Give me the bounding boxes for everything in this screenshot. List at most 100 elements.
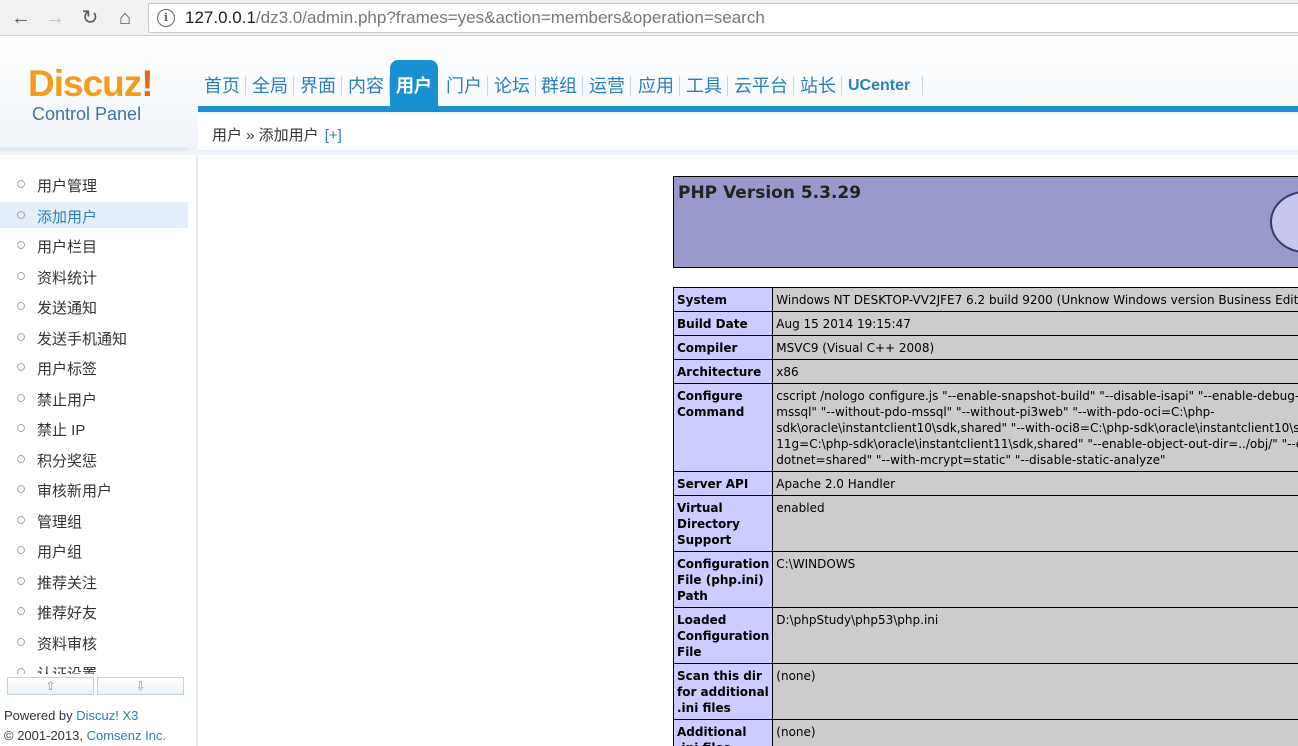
phpinfo-value-line: (none) [776,725,816,739]
sidebar-item[interactable]: 用户标签 [0,354,188,380]
phpinfo-value-line: Windows NT DESKTOP-VV2JFE7 6.2 build 920… [776,293,1298,307]
nav-tab[interactable]: 界面 [300,74,336,98]
phpinfo-key: Configuration File (php.ini) Path [672,551,774,608]
sidebar-item-label: 用户标签 [37,361,98,378]
site-info-icon[interactable]: i [157,9,175,27]
phpinfo-header: PHP Version 5.3.29 [673,176,1298,268]
phpinfo-value-line: MSVC9 (Visual C++ 2008) [776,341,935,355]
back-arrow-icon[interactable]: ← [8,5,34,31]
sidebar-item[interactable]: 认证设置 [0,659,188,674]
phpinfo-value: Windows NT DESKTOP-VV2JFE7 6.2 build 920… [772,287,1298,312]
sidebar-item[interactable]: 资料统计 [0,263,188,289]
address-bar[interactable]: i 127.0.0.1/dz3.0/admin.php?frames=yes&a… [148,3,1298,33]
phpinfo-key: Server API [672,471,774,496]
breadcrumb-add-link[interactable]: [+] [325,127,342,144]
sidebar-item[interactable]: 发送通知 [0,293,188,319]
company-link[interactable]: Comsenz Inc. [87,728,166,743]
discuz-logo[interactable]: Discuz! Control Panel [28,64,154,125]
sidebar-menu: 用户管理添加用户用户栏目资料统计发送通知发送手机通知用户标签禁止用户禁止 IP 积… [0,155,190,674]
nav-separator [679,76,680,96]
nav-separator [341,76,342,96]
phpinfo-value: Apache 2.0 Handler [772,471,1298,496]
bullet-circle-icon [17,241,25,249]
sidebar-item[interactable]: 用户管理 [0,171,188,197]
sidebar-item[interactable]: 用户组 [0,537,188,563]
bullet-circle-icon [17,454,25,463]
bullet-circle-icon [17,607,25,615]
scroll-up-button[interactable]: ⇧ [7,677,94,695]
phpinfo-key: Configure Command [672,383,774,472]
logo-brand: Discuz! [28,64,154,104]
phpinfo-key: Virtual Directory Support [672,495,774,552]
nav-tab-active[interactable]: 用户 [390,60,438,110]
bullet-circle-icon [17,393,25,402]
phpinfo-row: Server API Apache 2.0 Handler [672,471,1298,496]
phpinfo-table: System Windows NT DESKTOP-VV2JFE7 6.2 bui… [672,287,1298,746]
nav-separator [487,76,488,96]
sidebar-item[interactable]: 禁止用户 [0,385,188,411]
reload-icon[interactable]: ↻ [77,5,103,31]
phpinfo-value: (none) [772,663,1298,720]
phpinfo-key: Architecture [672,359,774,384]
nav-tab[interactable]: UCenter [848,74,910,98]
sidebar-item[interactable]: 添加用户 [0,201,188,228]
bullet-circle-icon [17,668,25,674]
nav-separator [727,76,728,96]
nav-tab[interactable]: 论坛 [494,74,530,98]
phpinfo-value-line: sdk\oracle\instantclient10\sdk,shared" "… [776,421,1298,435]
phpinfo-row: Architecture x86 [672,359,1298,384]
sidebar-item[interactable]: 管理组 [0,507,188,533]
nav-tab[interactable]: 站长 [800,74,836,98]
phpinfo-value-line: cscript /nologo configure.js "--enable-s… [776,389,1298,403]
nav-tab[interactable]: 应用 [638,74,674,98]
sidebar-item[interactable]: 推荐关注 [0,568,188,594]
sidebar-item-label: 用户管理 [37,178,98,195]
nav-separator [793,76,794,96]
sidebar-item[interactable]: 审核新用户 [0,476,188,502]
sidebar-item[interactable]: 资料审核 [0,629,188,655]
sidebar-item[interactable]: 发送手机通知 [0,324,188,350]
phpinfo-value: enabled [772,495,1298,552]
phpinfo-value-line: x86 [776,365,799,379]
phpinfo-row: Scan this dir for additional .ini files(… [672,663,1298,720]
nav-tab[interactable]: 群组 [541,74,577,98]
home-icon[interactable]: ⌂ [112,5,138,31]
sidebar-item-label: 认证设置 [37,663,97,674]
scroll-down-button[interactable]: ⇩ [97,677,184,695]
nav-tab[interactable]: 内容 [348,74,384,98]
nav-tab[interactable]: 全局 [252,74,288,98]
sidebar-item[interactable]: 禁止 IP [0,415,188,441]
bullet-circle-icon [17,332,25,341]
address-url[interactable]: 127.0.0.1/dz3.0/admin.php?frames=yes&act… [185,8,765,28]
phpinfo-value-line: enabled [776,501,825,515]
product-link[interactable]: Discuz! X3 [76,708,138,723]
php-logo-icon[interactable] [1270,191,1298,253]
nav-tab[interactable]: 运营 [589,74,625,98]
sidebar-item-label: 推荐好友 [37,605,98,622]
sidebar-item-label: 添加用户 [37,208,98,226]
bullet-circle-icon [17,271,25,280]
phpinfo-value: MSVC9 (Visual C++ 2008) [772,335,1298,360]
nav-tab[interactable]: 首页 [204,74,240,98]
nav-separator [841,76,842,96]
phpinfo-value: C:\WINDOWS [772,551,1298,608]
sidebar-item-label: 禁止用户 [37,391,98,409]
sidebar-item[interactable]: 积分奖惩 [0,446,188,472]
bullet-circle-icon [17,546,25,554]
nav-tab[interactable]: 门户 [446,74,482,98]
sidebar-item-label: 发送通知 [37,300,98,317]
nav-tab[interactable]: 工具 [686,74,722,98]
logo-divider [0,147,188,151]
phpinfo-key: Loaded Configuration File [672,607,774,664]
logo-subtitle: Control Panel [32,104,142,124]
bullet-circle-icon [17,485,25,493]
phpinfo-value-line: D:\phpStudy\php53\php.ini [776,613,939,627]
sidebar-item[interactable]: 推荐好友 [0,598,188,624]
nav-tab[interactable]: 云平台 [734,74,788,98]
phpinfo-value: Aug 15 2014 19:15:47 [772,311,1298,336]
forward-arrow-icon[interactable]: → [42,5,68,31]
sidebar-item[interactable]: 用户栏目 [0,232,188,258]
copyright-text: © 2001-2013, [4,728,83,743]
phpinfo-key: Scan this dir for additional .ini files [672,663,774,720]
bullet-circle-icon [17,576,25,585]
